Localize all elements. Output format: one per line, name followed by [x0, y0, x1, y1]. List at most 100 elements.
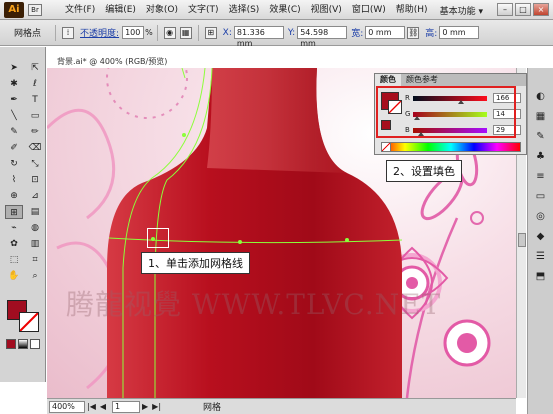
bridge-icon[interactable]: Br: [28, 3, 42, 16]
callout-step2: 2、设置填色: [386, 160, 462, 182]
zoom-input[interactable]: 400%: [49, 400, 85, 413]
panel-dock: ◐ ▦ ✎ ♣ ≡ ▭ ◎ ◆ ☰ ⬒: [527, 68, 553, 414]
opacity-input[interactable]: 100: [122, 26, 145, 39]
menu-items: 文件(F) 编辑(E) 对象(O) 文字(T) 选择(S) 效果(C) 视图(V…: [60, 0, 433, 20]
minimize-icon[interactable]: –: [497, 3, 513, 16]
menu-object[interactable]: 对象(O): [141, 0, 183, 20]
selection-type-label: 网格点: [14, 29, 42, 39]
highlight-frame: [376, 86, 516, 138]
color-panel-tabs: 颜色 颜色参考: [375, 74, 526, 86]
shape-builder-tool-icon[interactable]: ⊕: [5, 189, 23, 203]
first-page-icon[interactable]: |◀: [87, 402, 96, 411]
y-input[interactable]: 54.598 mm: [297, 26, 348, 48]
divider: [55, 24, 57, 41]
type-tool-icon[interactable]: T: [26, 93, 44, 107]
selection-tool-icon[interactable]: ➤: [5, 61, 23, 75]
slice-tool-icon[interactable]: ⌗: [26, 253, 44, 267]
window-controls: – □ ×: [497, 3, 549, 16]
link-icon[interactable]: ⛓: [407, 26, 420, 39]
tool-grid: ➤ ⇱ ✱ ℓ ✒ T ╲ ▭ ✎ ✏ ✐ ⌫ ↻ ⤡ ⌇ ⊡ ⊕ ⊿ ⊞ ▤ …: [0, 47, 45, 283]
menu-help[interactable]: 帮助(H): [391, 0, 433, 20]
rotate-tool-icon[interactable]: ↻: [5, 157, 23, 171]
swatches-icon[interactable]: ▦: [533, 110, 549, 124]
status-bar: 400% |◀ ◀ 1 ▶ ▶| 网格: [47, 398, 516, 414]
y-label: Y:: [287, 27, 296, 38]
paintbrush-tool-icon[interactable]: ✎: [5, 125, 23, 139]
menu-file[interactable]: 文件(F): [60, 0, 100, 20]
menu-bar: Ai Br 文件(F) 编辑(E) 对象(O) 文字(T) 选择(S) 效果(C…: [0, 0, 553, 20]
color-panel-icon[interactable]: ◐: [533, 90, 549, 104]
next-page-icon[interactable]: ▶: [142, 402, 148, 411]
lasso-tool-icon[interactable]: ℓ: [26, 77, 44, 91]
document-tab[interactable]: 背景.ai* @ 400% (RGB/预览): [47, 56, 167, 68]
magic-wand-tool-icon[interactable]: ✱: [5, 77, 23, 91]
mesh-tool-icon[interactable]: ⊞: [5, 205, 23, 219]
fill-stroke-widget: [7, 300, 41, 334]
zoom-tool-icon[interactable]: ⌕: [26, 269, 44, 283]
menu-effect[interactable]: 效果(C): [264, 0, 305, 20]
none-swatch[interactable]: [381, 142, 391, 152]
workspace-switcher[interactable]: 基本功能 ▾: [440, 4, 483, 17]
page-input[interactable]: 1: [112, 400, 141, 413]
gradient-icon[interactable]: ▭: [533, 190, 549, 204]
perspective-grid-tool-icon[interactable]: ⊿: [26, 189, 44, 203]
direct-selection-tool-icon[interactable]: ⇱: [26, 61, 44, 75]
eyedropper-tool-icon[interactable]: ⌁: [5, 221, 23, 235]
pencil-tool-icon[interactable]: ✏: [26, 125, 44, 139]
width-input[interactable]: 0 mm: [365, 26, 406, 39]
rectangle-tool-icon[interactable]: ▭: [26, 109, 44, 123]
stroke-swatch[interactable]: [19, 312, 39, 332]
artboard-tool-icon[interactable]: ⬚: [5, 253, 23, 267]
scale-tool-icon[interactable]: ⤡: [26, 157, 44, 171]
scrollbar-thumb[interactable]: [518, 233, 526, 247]
line-tool-icon[interactable]: ╲: [5, 109, 23, 123]
reference-point-icon[interactable]: ⊞: [204, 26, 217, 39]
column-graph-tool-icon[interactable]: ▥: [26, 237, 44, 251]
menu-select[interactable]: 选择(S): [224, 0, 265, 20]
opacity-link[interactable]: 不透明度:: [80, 26, 119, 39]
height-input[interactable]: 0 mm: [439, 26, 480, 39]
warp-tool-icon[interactable]: ⌇: [5, 173, 23, 187]
prev-page-icon[interactable]: ◀: [100, 402, 106, 411]
restore-icon[interactable]: □: [515, 3, 531, 16]
divider: [197, 24, 199, 41]
tab-color[interactable]: 颜色: [375, 74, 401, 86]
stroke-icon[interactable]: ≡: [533, 170, 549, 184]
transparency-icon[interactable]: ◎: [533, 210, 549, 224]
x-input[interactable]: 81.336 mm: [233, 26, 284, 48]
tools-panel: ➤ ⇱ ✱ ℓ ✒ T ╲ ▭ ✎ ✏ ✐ ⌫ ↻ ⤡ ⌇ ⊡ ⊕ ⊿ ⊞ ▤ …: [0, 47, 46, 382]
last-page-icon[interactable]: ▶|: [152, 402, 161, 411]
menu-type[interactable]: 文字(T): [183, 0, 224, 20]
none-mode-icon[interactable]: [30, 339, 40, 349]
close-icon[interactable]: ×: [533, 3, 549, 16]
grid-icon[interactable]: ▦: [179, 26, 192, 39]
align-icon[interactable]: ⁞: [62, 26, 75, 39]
recolor-icon[interactable]: ◉: [163, 26, 176, 39]
color-mode-icon[interactable]: [6, 339, 16, 349]
x-label: X:: [222, 27, 232, 38]
appearance-icon[interactable]: ◆: [533, 230, 549, 244]
hand-tool-icon[interactable]: ✋: [5, 269, 23, 283]
callout-step1: 1、单击添加网格线: [141, 252, 250, 274]
menu-window[interactable]: 窗口(W): [347, 0, 391, 20]
tab-color-guide[interactable]: 颜色参考: [401, 74, 443, 86]
status-text: 网格: [203, 403, 222, 413]
menu-view[interactable]: 视图(V): [306, 0, 347, 20]
control-bar: 网格点 ⁞ 不透明度: 100 % ◉ ▦ ⊞ X: 81.336 mm Y: …: [0, 20, 553, 48]
eraser-tool-icon[interactable]: ⌫: [26, 141, 44, 155]
menu-edit[interactable]: 编辑(E): [100, 0, 141, 20]
free-transform-tool-icon[interactable]: ⊡: [26, 173, 44, 187]
symbols-icon[interactable]: ♣: [533, 150, 549, 164]
blob-brush-tool-icon[interactable]: ✐: [5, 141, 23, 155]
symbol-sprayer-tool-icon[interactable]: ✿: [5, 237, 23, 251]
gradient-mode-icon[interactable]: [18, 339, 28, 349]
watermark: 腾龍视覺 WWW.TLVC.NET: [66, 288, 442, 321]
gradient-tool-icon[interactable]: ▤: [26, 205, 44, 219]
blend-tool-icon[interactable]: ◍: [26, 221, 44, 235]
layers-icon[interactable]: ☰: [533, 250, 549, 264]
pen-tool-icon[interactable]: ✒: [5, 93, 23, 107]
artboards-icon[interactable]: ⬒: [533, 270, 549, 284]
brushes-icon[interactable]: ✎: [533, 130, 549, 144]
color-spectrum[interactable]: [381, 142, 521, 152]
height-label: 高:: [425, 29, 438, 39]
